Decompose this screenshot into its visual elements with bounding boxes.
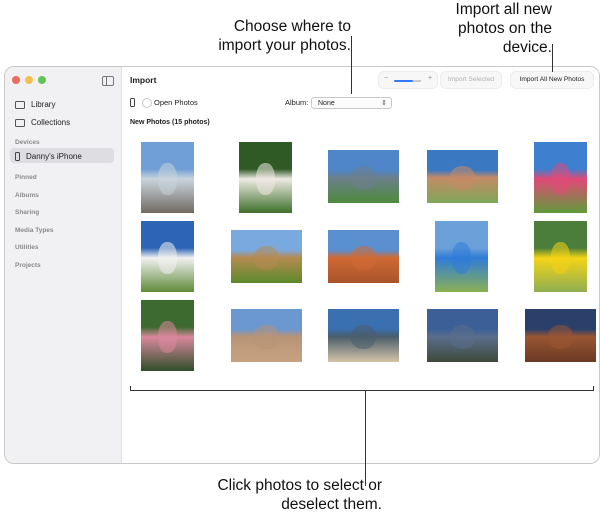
photo-thumbnail-girl-smiling-in-field[interactable] <box>427 150 498 203</box>
photo-thumbnail-dusk-over-hills[interactable] <box>427 309 498 362</box>
window-title: Import <box>130 75 157 85</box>
sidebar-section-albums[interactable]: Albums <box>15 192 39 199</box>
zoom-window-icon[interactable] <box>38 76 46 84</box>
photo-thumbnail-green-hillside[interactable] <box>231 230 302 283</box>
callout-choose-destination: Choose where to import your photos. <box>218 18 351 54</box>
photo-thumbnail-mountain-meadow[interactable] <box>328 150 399 203</box>
photo-subject <box>350 245 377 270</box>
zoom-slider-fill <box>394 80 413 82</box>
photo-thumbnail-sky-over-sand-beach[interactable] <box>141 142 194 213</box>
photo-thumbnail-girl-in-sunflowers[interactable] <box>534 142 587 213</box>
photo-subject <box>350 324 377 349</box>
collections-icon <box>15 118 25 127</box>
sidebar-section-sharing[interactable]: Sharing <box>15 209 39 216</box>
photo-grid-bracket <box>130 386 594 391</box>
photo-thumbnail-child-with-balloons[interactable] <box>435 221 488 292</box>
photos-import-window: Library Collections Devices Danny's iPho… <box>4 66 600 464</box>
photo-thumbnail-clouds-over-grassland[interactable] <box>141 221 194 292</box>
sidebar-section-devices: Devices <box>15 139 40 146</box>
callout-leader-line <box>351 36 352 94</box>
photo-subject <box>550 163 571 196</box>
photo-subject <box>157 321 178 354</box>
photo-subject <box>253 324 280 349</box>
open-photos-label: Open Photos <box>154 98 198 107</box>
minimize-window-icon[interactable] <box>25 76 33 84</box>
zoom-slider-track <box>413 80 421 82</box>
new-photos-header: New Photos (15 photos) <box>130 119 210 126</box>
sidebar-item-collections[interactable]: Collections <box>15 118 70 127</box>
sidebar-item-label: Library <box>31 100 56 109</box>
zoom-in-icon[interactable]: + <box>428 75 432 82</box>
zoom-slider[interactable]: − + <box>378 71 438 89</box>
callout-click-photos: Click photos to select or deselect them. <box>217 477 382 513</box>
sidebar-item-library[interactable]: Library <box>15 100 55 109</box>
photo-subject <box>157 163 178 196</box>
sidebar-item-label: Collections <box>31 118 71 127</box>
sidebar-item-device[interactable]: Danny's iPhone <box>15 152 82 161</box>
close-window-icon[interactable] <box>12 76 20 84</box>
sidebar-toggle-icon[interactable] <box>102 76 114 86</box>
photo-subject <box>350 165 377 190</box>
import-selected-button[interactable]: Import Selected <box>440 71 502 89</box>
album-label: Album: <box>285 98 309 107</box>
photo-thumbnail-sandstone-rocks-sunset[interactable] <box>525 309 596 362</box>
photo-subject <box>449 165 476 190</box>
library-icon <box>15 100 25 109</box>
device-icon <box>130 98 135 107</box>
photo-subject <box>449 324 476 349</box>
sidebar-section-projects[interactable]: Projects <box>15 262 41 269</box>
iphone-icon <box>15 152 20 161</box>
album-select[interactable]: None <box>311 97 392 110</box>
photo-subject <box>157 242 178 275</box>
photo-thumbnail-desert-salt-flat[interactable] <box>231 309 302 362</box>
open-photos-checkbox[interactable] <box>142 98 152 108</box>
photo-subject <box>255 163 276 196</box>
photo-subject <box>253 245 280 270</box>
sidebar-item-label: Danny's iPhone <box>26 152 82 161</box>
callout-leader-line <box>365 391 366 486</box>
sidebar-section-media-types[interactable]: Media Types <box>15 227 54 234</box>
photo-thumbnail-white-dog-in-foliage[interactable] <box>239 142 292 213</box>
photo-thumbnail-girl-in-pink-hoodie[interactable] <box>141 300 194 371</box>
import-all-new-photos-button[interactable]: Import All New Photos <box>510 71 594 89</box>
photo-subject <box>451 242 472 275</box>
photo-thumbnail-orange-rock-formation[interactable] <box>328 230 399 283</box>
photo-thumbnail-girl-with-yellow-ball[interactable] <box>534 221 587 292</box>
import-content: Import − + Import Selected Import All Ne… <box>122 67 599 463</box>
sidebar-section-pinned[interactable]: Pinned <box>15 174 37 181</box>
callout-import-all: Import all new photos on the device. <box>455 1 552 56</box>
photo-thumbnail-dry-lakebed-mountains[interactable] <box>328 309 399 362</box>
sidebar-section-utilities[interactable]: Utilities <box>15 244 38 251</box>
zoom-out-icon[interactable]: − <box>384 75 388 82</box>
window-controls <box>12 76 46 84</box>
sidebar: Library Collections Devices Danny's iPho… <box>5 67 122 463</box>
photo-subject <box>550 242 571 275</box>
callout-leader-line <box>552 44 553 72</box>
photo-subject <box>547 324 574 349</box>
